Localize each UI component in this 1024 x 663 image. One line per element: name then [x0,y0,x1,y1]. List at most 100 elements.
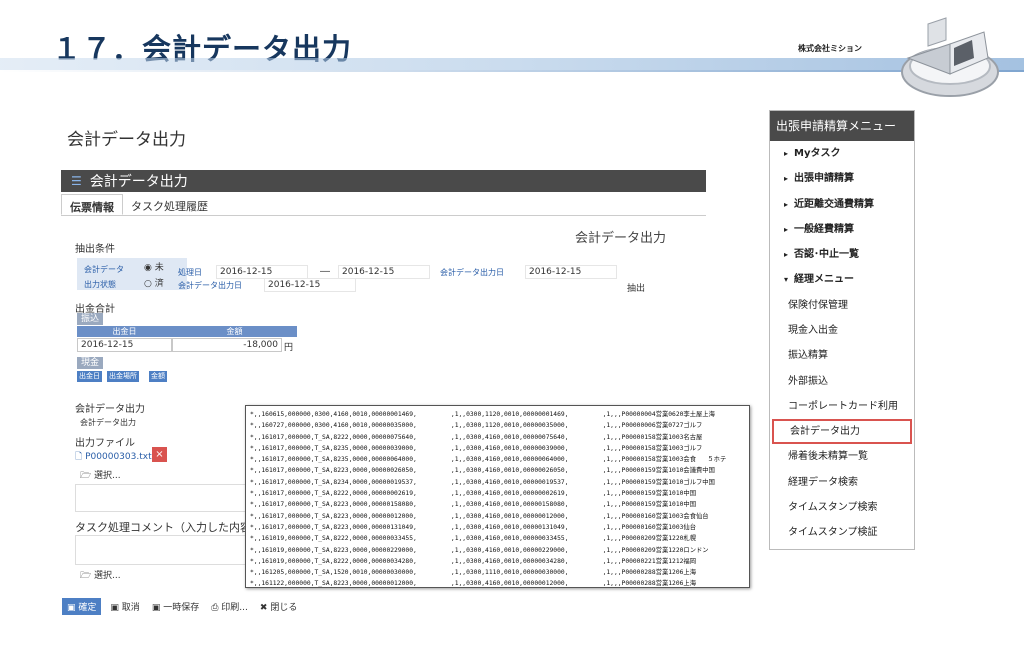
output-file-link[interactable]: 🗋 P00000303.txt [75,449,152,465]
sidebar-item-label: 一般経費精算 [794,223,854,235]
acct-output-date-input[interactable]: 2016-12-15 [525,265,617,279]
sidebar-item[interactable]: 経理データ検索 [770,470,914,495]
disk-icon: ▣ [151,603,161,613]
process-date-to-input[interactable]: 2016-12-15 [338,265,430,279]
process-date-label: 処理日 [178,268,202,277]
company-logo [901,17,999,97]
sidebar-item[interactable]: 現金入出金 [770,318,914,343]
company-name: 株式会社ミション [798,44,862,53]
csv-line: *,,161017,000000,T_SA,8223,0000,00000158… [250,501,696,509]
header-line [0,70,1024,72]
print-icon: ⎙ [211,603,219,613]
acct-output-date2-input[interactable]: 2016-12-15 [264,278,356,292]
list-icon: ☰ [71,174,82,188]
sidebar-item[interactable]: ▸ Myタスク [770,141,914,166]
page-title: 会計データ出力 [67,130,186,150]
csv-line: *,,161017,000000,T_SA,8222,0000,00000075… [250,433,703,441]
select-file-button[interactable]: 🗁 選択... [80,468,121,484]
cash-col-amount: 金額 [149,371,167,382]
extract-button[interactable]: 抽出 [627,281,645,294]
sidebar-item-label: 経理メニュー [794,274,854,286]
panel-title: 会計データ出力 [89,174,188,190]
sidebar-title: 出張申請精算メニュー [770,111,914,141]
sidebar-item[interactable]: 振込精算 [770,343,914,368]
sidebar-item[interactable]: タイムスタンプ検索 [770,495,914,520]
delete-file-button[interactable]: × [152,447,167,462]
chevron-down-icon: ▾ [784,275,789,285]
file-drop-area[interactable] [75,484,247,512]
sidebar-item[interactable]: 会計データ出力 [772,419,912,445]
csv-line: *,,161019,000000,T_SA,8222,0000,00000033… [250,535,696,543]
process-date-from-input[interactable]: 2016-12-15 [216,265,308,279]
folder-icon: 🗁 [80,471,92,481]
sidebar-item[interactable]: ▸ 出張申請精算 [770,166,914,191]
acct-output-date-label: 会計データ出力日 [440,268,504,277]
radio-not-output[interactable]: ◉ 未 [144,260,164,273]
close-icon: ✖ [259,603,268,613]
task-comment-textarea[interactable] [75,535,247,565]
cancel-button[interactable]: ▣ 取消 [107,598,142,615]
sidebar-item[interactable]: コーポレートカード利用 [770,394,914,419]
payout-date-cell: 2016-12-15 [77,338,172,352]
bottom-action-bar: ▣ 確定 ▣ 取消 ▣ 一時保存 ⎙ 印刷... ✖ 閉じる [62,598,300,615]
sidebar-item[interactable]: 保険付保管理 [770,293,914,318]
sidebar-item-label: タイムスタンプ検証 [788,527,878,539]
sidebar-item[interactable]: タイムスタンプ検証 [770,520,914,545]
sidebar-item-label: 外部振込 [788,375,828,387]
acct-output-sub-label: 会計データ出力 [80,418,136,427]
sidebar-item-label: 近距離交通費精算 [794,198,874,210]
cash-col-date: 出金日 [77,371,102,382]
chevron-right-icon: ▸ [784,250,789,260]
file-icon: 🗋 [75,452,83,462]
sidebar-item-label: 保険付保管理 [788,299,848,311]
sidebar-item-label: 振込精算 [788,350,828,362]
print-button[interactable]: ⎙ 印刷... [208,598,251,615]
chevron-right-icon: ▸ [784,199,789,209]
confirm-button[interactable]: ▣ 確定 [62,598,102,615]
acct-output-label: 会計データ出力 [75,404,145,415]
sidebar-item-label: 出張申請精算 [794,173,854,185]
chevron-right-icon: ▸ [784,174,789,184]
chevron-right-icon: ▸ [784,149,789,158]
temp-save-button[interactable]: ▣ 一時保存 [149,598,202,615]
csv-preview-popup: *,,160615,000000,0300,4160,0010,00000001… [245,405,750,588]
radio-output-done[interactable]: ○ 済 [144,276,164,289]
tab-task-history[interactable]: タスク処理履歴 [123,194,216,215]
sidebar-item-label: Myタスク [794,148,841,159]
sidebar-item-label: 経理データ検索 [788,476,858,488]
csv-line: *,,161017,000000,T_SA,8223,0000,00000026… [250,467,715,475]
sidebar-item[interactable]: ▸ 一般経費精算 [770,217,914,242]
sidebar-item[interactable]: 外部振込 [770,369,914,394]
tab-slip-info[interactable]: 伝票情報 [61,194,123,215]
output-file-label: 出力ファイル [75,438,135,449]
sidebar-item[interactable]: ▸ 否認･中止一覧 [770,242,914,267]
acct-data-label: 会計データ [84,265,124,274]
tab-bar: 伝票情報 タスク処理履歴 [61,194,706,216]
csv-line: *,,160727,000000,0300,4160,0010,00000035… [250,422,703,430]
csv-line: *,,161205,000000,T_SA,1520,0010,00000030… [250,569,696,577]
cancel-icon: ▣ [110,603,119,613]
sidebar-item-label: タイムスタンプ検索 [788,501,878,513]
payout-amount-cell: -18,000 [172,338,282,352]
csv-line: *,,161019,000000,T_SA,8222,0000,00000034… [250,557,696,565]
csv-line: *,,161017,000000,T_SA,8235,0000,00000039… [250,444,703,452]
sidebar-item-label: 否認･中止一覧 [794,249,859,261]
range-separator: ― [320,266,330,277]
save-icon: ▣ [67,603,76,613]
csv-line: *,,161017,000000,T_SA,8223,0000,00000131… [250,523,696,531]
sidebar-item[interactable]: 帰着後未精算一覧 [770,444,914,469]
output-status-label: 出力状態 [84,280,116,289]
close-button[interactable]: ✖ 閉じる [257,598,300,615]
acct-output-date2-label: 会計データ出力日 [178,281,242,290]
csv-line: *,,161017,000000,T_SA,8235,0000,00000064… [250,456,727,464]
sidebar-item[interactable]: ▾ 経理メニュー [770,267,914,292]
header-band [0,58,1024,70]
transfer-badge: 振込 [77,313,104,325]
chevron-right-icon: ▸ [784,224,789,234]
yen-unit: 円 [284,343,294,353]
sidebar-item-label: コーポレートカード利用 [788,400,898,412]
sidebar-item[interactable]: ▸ 近距離交通費精算 [770,192,914,217]
cash-badge: 現金 [77,357,104,369]
sidebar-item-label: 現金入出金 [788,325,838,337]
select-comment-file-button[interactable]: 🗁 選択... [80,568,121,584]
